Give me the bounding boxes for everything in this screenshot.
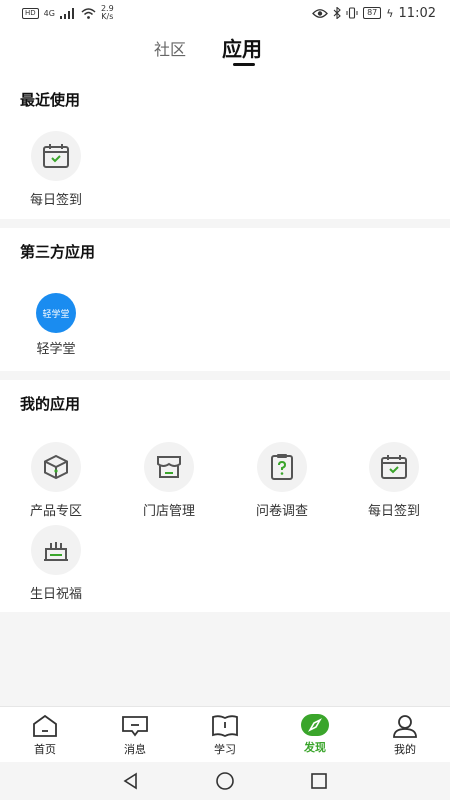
app-label: 产品专区: [29, 504, 82, 519]
third-party-apps-section: 第三方应用 轻学堂 轻学堂: [0, 228, 450, 371]
nav-label: 发现: [304, 741, 326, 754]
tab-community[interactable]: 社区: [154, 36, 186, 60]
net-speed: 2.9 K/s: [101, 5, 114, 21]
qingxuetang-logo-text: 轻学堂: [42, 309, 70, 320]
compass-icon: [308, 718, 322, 732]
user-icon: [393, 715, 417, 738]
app-label: 生日祝福: [29, 587, 82, 602]
bluetooth-icon: [333, 7, 341, 19]
message-icon: [122, 716, 148, 737]
charging-icon: ϟ: [386, 6, 394, 20]
home-system-button[interactable]: [213, 769, 237, 793]
store-icon: [157, 456, 181, 478]
system-nav-bar: [0, 762, 450, 800]
hd-badge: HD: [22, 7, 39, 19]
status-bar: HD 4G 2.9 K/s 87 ϟ 11:02: [0, 0, 450, 26]
net-speed-unit: K/s: [101, 12, 114, 21]
app-item-qingxuetang[interactable]: 轻学堂 轻学堂: [11, 288, 101, 357]
top-tab-bar: 社区 应用: [0, 26, 450, 76]
app-label: 每日签到: [29, 193, 82, 208]
book-icon: [212, 715, 238, 738]
signal-icon: [59, 7, 74, 19]
nav-active-background: [301, 714, 329, 736]
app-label: 门店管理: [142, 504, 195, 519]
recent-apps-section: 最近使用 每日签到: [0, 76, 450, 219]
nav-label: 我的: [394, 743, 416, 756]
my-apps-section: 我的应用 产品专区 门店管理 问卷调查 每日签到 生日祝福: [0, 380, 450, 612]
app-label: 轻学堂: [36, 342, 76, 357]
back-triangle-icon: [123, 772, 137, 790]
battery-indicator: 87: [363, 7, 382, 19]
eye-icon: [312, 8, 328, 18]
home-icon: [33, 714, 57, 737]
app-icon-circle: [257, 442, 307, 492]
recents-button[interactable]: [307, 769, 331, 793]
recents-square-icon: [311, 773, 327, 789]
section-title-my-apps: 我的应用: [20, 395, 81, 413]
birthday-cake-icon: [44, 542, 68, 561]
app-item-store-management[interactable]: 门店管理: [124, 442, 214, 519]
nav-messages[interactable]: 消息: [90, 707, 180, 762]
app-item-birthday-wishes[interactable]: 生日祝福: [11, 525, 101, 602]
back-button[interactable]: [119, 769, 143, 793]
wifi-icon: [81, 7, 96, 19]
box-icon: [44, 454, 68, 480]
active-tab-indicator: [233, 63, 255, 66]
tab-apps[interactable]: 应用: [222, 33, 262, 62]
app-icon-circle: [144, 442, 194, 492]
section-title-third-party: 第三方应用: [20, 243, 96, 261]
status-right: 87 ϟ 11:02: [312, 6, 436, 21]
app-label: 每日签到: [367, 504, 420, 519]
signal-label: 4G: [43, 8, 55, 18]
vibrate-icon: [346, 7, 358, 19]
status-left: HD 4G 2.9 K/s: [22, 5, 114, 21]
home-circle-icon: [216, 772, 234, 790]
app-icon-circle: [369, 442, 419, 492]
nav-me[interactable]: 我的: [360, 707, 450, 762]
app-item-daily-checkin-recent[interactable]: 每日签到: [11, 131, 101, 208]
nav-label: 消息: [124, 743, 146, 756]
nav-label: 首页: [34, 743, 56, 756]
nav-study[interactable]: 学习: [180, 707, 270, 762]
app-label: 问卷调查: [255, 504, 308, 519]
app-item-questionnaire[interactable]: 问卷调查: [237, 442, 327, 519]
nav-discover[interactable]: 发现: [270, 707, 360, 762]
questionnaire-icon: [271, 454, 293, 480]
app-icon-circle: [31, 525, 81, 575]
calendar-check-icon: [43, 144, 69, 168]
calendar-check-icon: [381, 455, 407, 479]
nav-home[interactable]: 首页: [0, 707, 90, 762]
app-item-daily-checkin[interactable]: 每日签到: [349, 442, 439, 519]
clock: 11:02: [398, 5, 436, 21]
bottom-nav: 首页 消息 学习 发现 我的: [0, 706, 450, 762]
app-icon-circle: [31, 442, 81, 492]
app-item-product-zone[interactable]: 产品专区: [11, 442, 101, 519]
qingxuetang-logo: 轻学堂: [36, 293, 76, 333]
app-icon-circle: [31, 131, 81, 181]
section-title-recent: 最近使用: [20, 91, 81, 109]
nav-label: 学习: [214, 743, 236, 756]
